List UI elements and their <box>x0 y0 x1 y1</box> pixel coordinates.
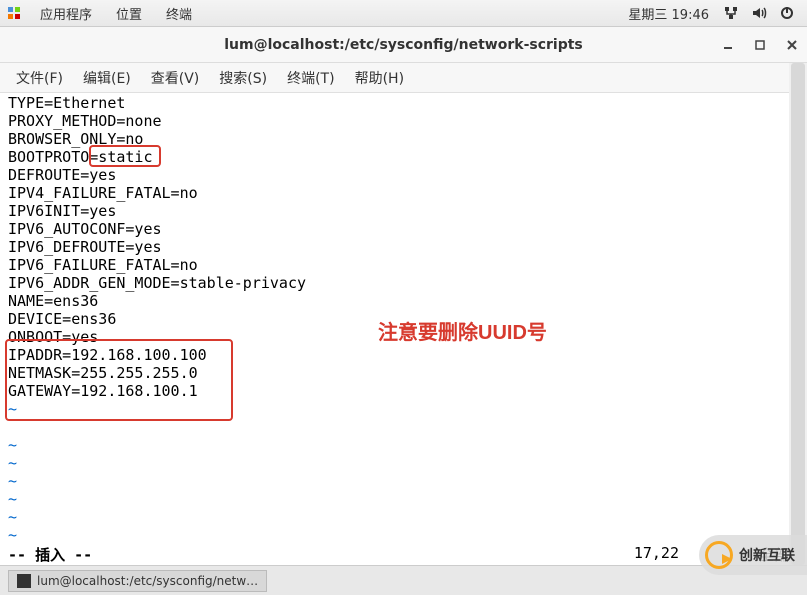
system-top-panel: 应用程序 位置 终端 星期三 19:46 <box>0 0 807 27</box>
volume-icon[interactable] <box>749 3 769 23</box>
close-button[interactable] <box>783 36 801 54</box>
taskbar: lum@localhost:/etc/sysconfig/netw… <box>0 565 807 595</box>
window-title: lum@localhost:/etc/sysconfig/network-scr… <box>0 37 807 53</box>
taskbar-item-label: lum@localhost:/etc/sysconfig/netw… <box>37 574 258 588</box>
menubar: 文件(F) 编辑(E) 查看(V) 搜索(S) 终端(T) 帮助(H) <box>0 63 807 93</box>
watermark-text: 创新互联 <box>739 545 795 565</box>
scrollbar-thumb[interactable] <box>791 63 805 565</box>
terminal-icon <box>17 574 31 588</box>
watermark: 创新互联 <box>699 535 807 575</box>
terminal-menu[interactable]: 终端 <box>154 4 204 23</box>
activities-icon[interactable] <box>6 5 22 21</box>
menu-file[interactable]: 文件(F) <box>6 68 73 88</box>
menu-search[interactable]: 搜索(S) <box>209 68 277 88</box>
menu-view[interactable]: 查看(V) <box>141 68 210 88</box>
window-titlebar: lum@localhost:/etc/sysconfig/network-scr… <box>0 27 807 63</box>
vim-mode: -- 插入 -- <box>8 544 92 565</box>
maximize-button[interactable] <box>751 36 769 54</box>
taskbar-item[interactable]: lum@localhost:/etc/sysconfig/netw… <box>8 570 267 592</box>
menu-edit[interactable]: 编辑(E) <box>73 68 141 88</box>
scrollbar[interactable] <box>789 63 807 565</box>
menu-help[interactable]: 帮助(H) <box>345 68 414 88</box>
annotation-text: 注意要删除UUID号 <box>378 316 547 345</box>
places-menu[interactable]: 位置 <box>104 4 154 23</box>
menu-terminal[interactable]: 终端(T) <box>277 68 344 88</box>
applications-menu[interactable]: 应用程序 <box>28 4 104 23</box>
minimize-button[interactable] <box>719 36 737 54</box>
network-icon[interactable] <box>721 3 741 23</box>
watermark-logo-icon <box>705 541 733 569</box>
clock[interactable]: 星期三 19:46 <box>620 4 717 23</box>
power-icon[interactable] <box>777 3 797 23</box>
vim-status-line: -- 插入 -- 17,22 全部 <box>8 544 789 565</box>
